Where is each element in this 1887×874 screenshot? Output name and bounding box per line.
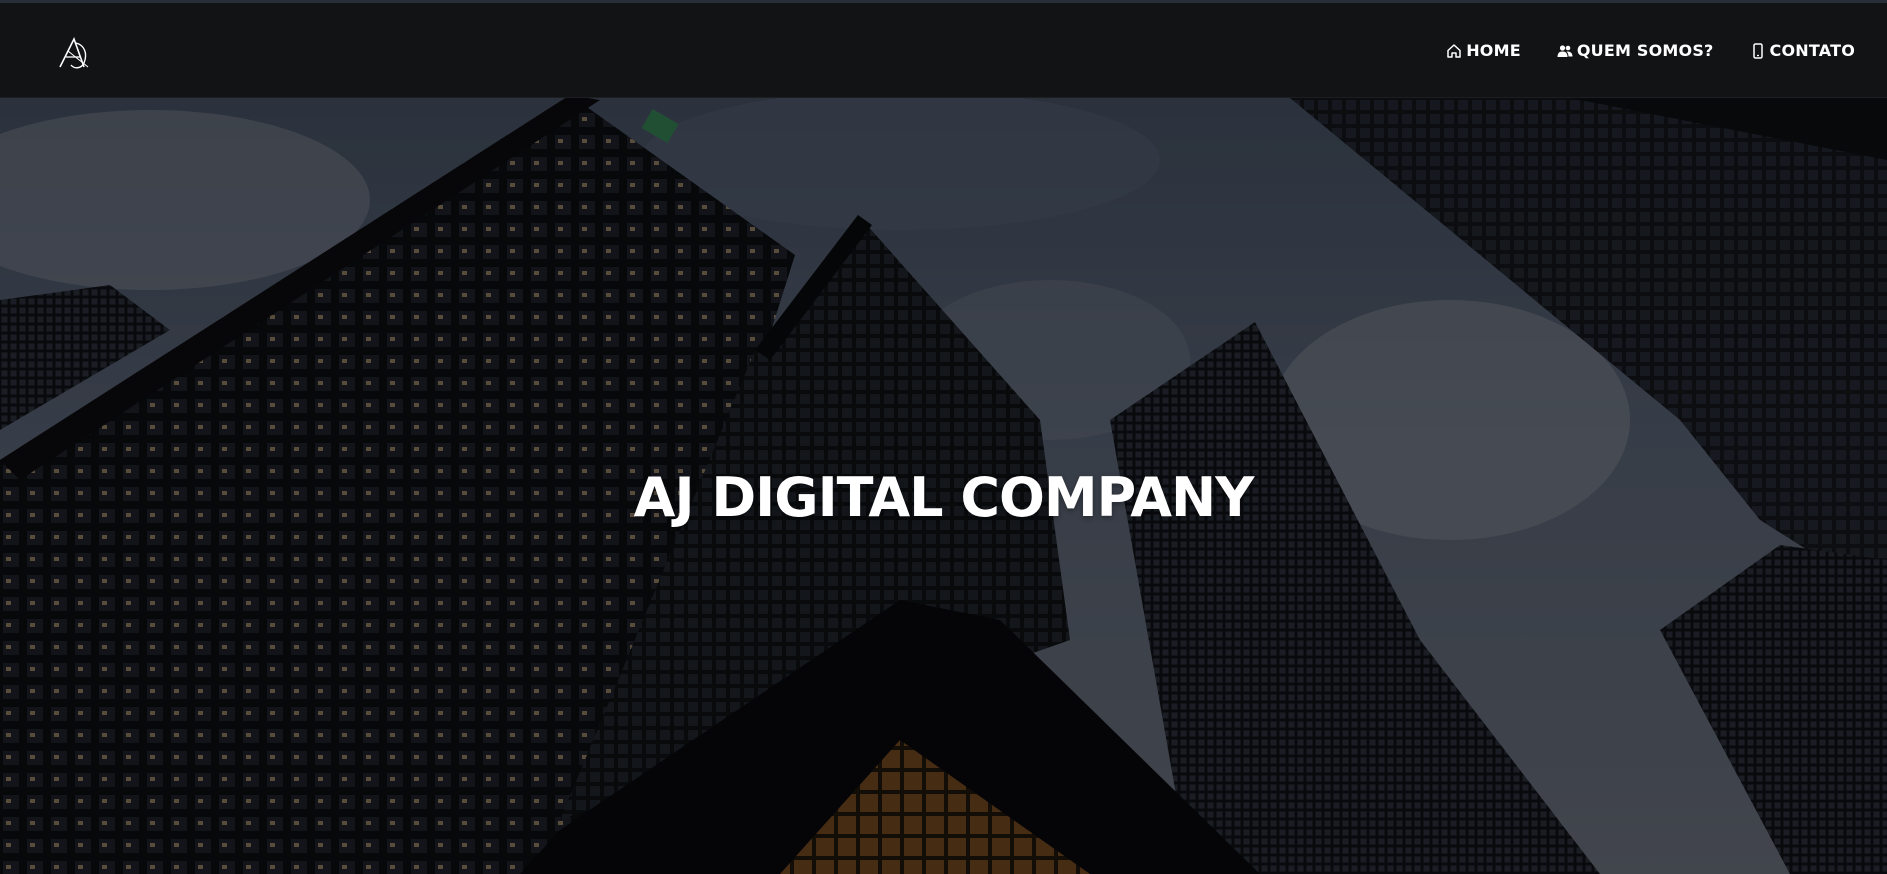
top-navigation-bar: HOME QUEM SOMOS? CONTATO [0, 3, 1887, 98]
nav-contato-label: CONTATO [1769, 41, 1855, 60]
nav-contato[interactable]: CONTATO [1750, 41, 1855, 60]
home-icon [1446, 43, 1462, 59]
nav-home[interactable]: HOME [1446, 41, 1521, 60]
nav-quem-somos[interactable]: QUEM SOMOS? [1557, 41, 1714, 60]
nav-home-label: HOME [1466, 41, 1521, 60]
phone-icon [1750, 42, 1766, 59]
users-icon [1557, 43, 1573, 59]
nav-quem-somos-label: QUEM SOMOS? [1576, 41, 1714, 60]
hero-title: AJ DIGITAL COMPANY [633, 466, 1255, 529]
aj-logo-icon [59, 36, 89, 69]
skyscrapers-background [0, 0, 1887, 874]
logo[interactable] [54, 33, 94, 73]
hero-section: AJ DIGITAL COMPANY [0, 0, 1887, 874]
main-nav: HOME QUEM SOMOS? CONTATO [1410, 41, 1855, 60]
